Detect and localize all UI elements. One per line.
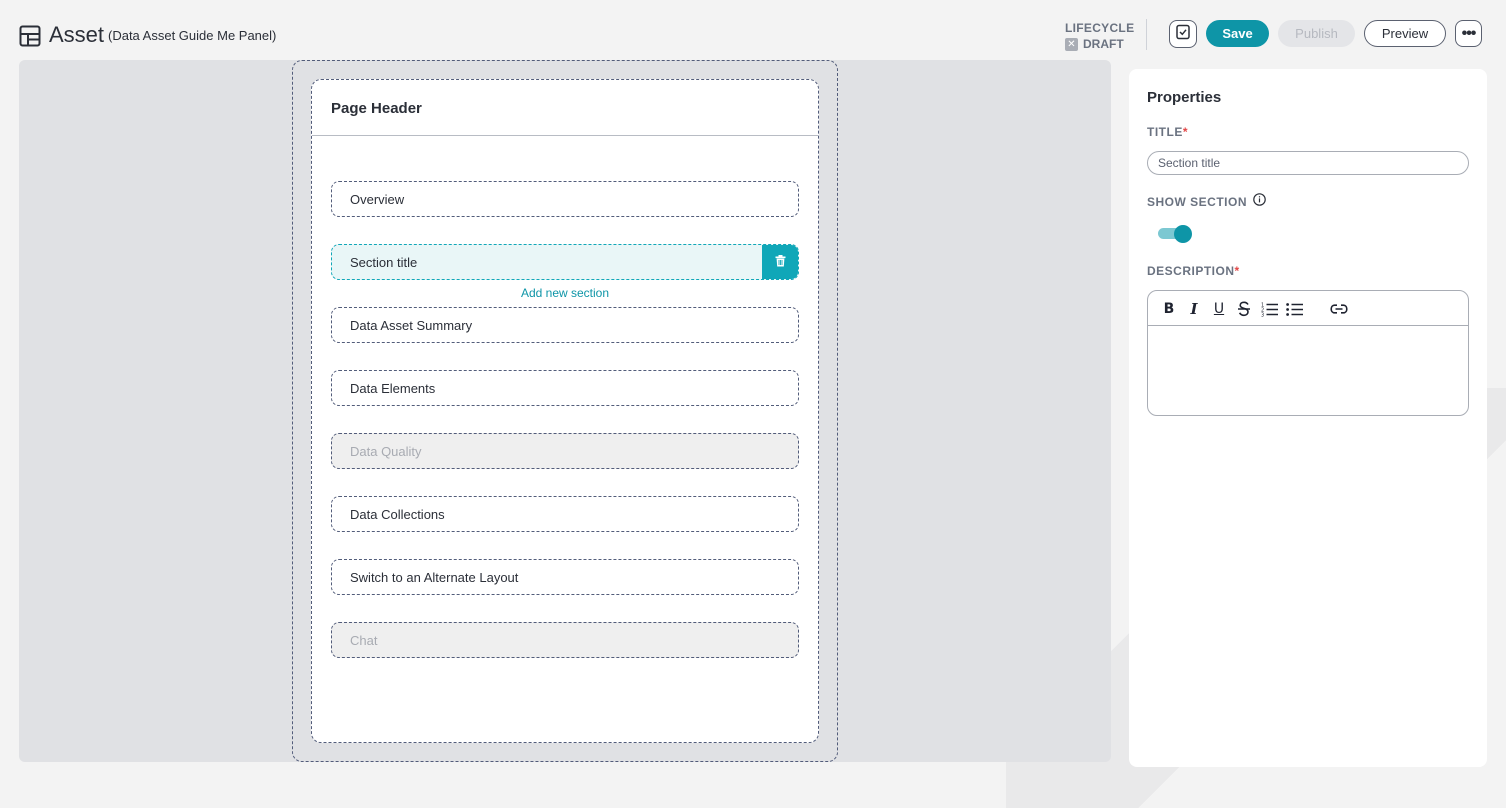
- section-label: Data Collections: [350, 506, 445, 522]
- section-data-quality[interactable]: Data Quality: [331, 433, 799, 469]
- section-data-elements[interactable]: Data Elements: [331, 370, 799, 406]
- section-data-asset-summary[interactable]: Data Asset Summary: [331, 307, 799, 343]
- page-subtitle: (Data Asset Guide Me Panel): [108, 28, 277, 43]
- required-mark: *: [1182, 125, 1188, 139]
- section-label: Section title: [350, 254, 418, 270]
- section-overview[interactable]: Overview: [331, 181, 799, 217]
- more-icon: •••: [1461, 24, 1477, 42]
- section-data-collections[interactable]: Data Collections: [331, 496, 799, 532]
- top-bar: Asset (Data Asset Guide Me Panel) LIFECY…: [0, 0, 1506, 60]
- section-label: Overview: [350, 191, 405, 207]
- link-icon[interactable]: [1329, 300, 1349, 318]
- page-title: Asset: [49, 22, 105, 47]
- layout-icon: [19, 25, 41, 47]
- required-mark: *: [1234, 264, 1240, 278]
- description-label-text: DESCRIPTION: [1147, 264, 1235, 278]
- lifecycle-status: LIFECYCLE ✕ DRAFT: [1065, 21, 1134, 51]
- section-label: Data Asset Summary: [350, 317, 473, 333]
- section-chat[interactable]: Chat: [331, 622, 799, 658]
- section-label: Data Elements: [350, 380, 436, 396]
- bold-icon[interactable]: B: [1160, 300, 1178, 318]
- svg-text:3: 3: [1261, 312, 1264, 317]
- panel-preview: Page Header Overview Section title Add n…: [311, 79, 819, 743]
- strikethrough-icon[interactable]: [1235, 300, 1253, 318]
- close-icon: ✕: [1065, 37, 1078, 51]
- publish-button[interactable]: Publish: [1278, 20, 1355, 47]
- italic-icon[interactable]: I: [1185, 300, 1203, 318]
- lifecycle-label: LIFECYCLE: [1065, 21, 1135, 35]
- info-icon[interactable]: [1253, 193, 1266, 206]
- description-field-label: DESCRIPTION*: [1147, 264, 1240, 278]
- validate-button[interactable]: [1169, 20, 1197, 48]
- ordered-list-icon[interactable]: 123: [1260, 300, 1278, 318]
- section-alternate-layout[interactable]: Switch to an Alternate Layout: [331, 559, 799, 595]
- preview-button[interactable]: Preview: [1364, 20, 1446, 47]
- title-field-label: TITLE*: [1147, 125, 1188, 139]
- editor-toolbar: B I U 123: [1148, 291, 1468, 326]
- show-section-toggle[interactable]: [1158, 225, 1192, 243]
- add-new-section-link[interactable]: Add new section: [312, 286, 818, 300]
- more-options-button[interactable]: •••: [1455, 20, 1482, 47]
- lifecycle-value: ✕ DRAFT: [1065, 37, 1134, 51]
- properties-title: Properties: [1147, 89, 1222, 106]
- section-label: Data Quality: [350, 443, 422, 459]
- section-selected[interactable]: Section title: [331, 244, 799, 280]
- divider: [1146, 19, 1147, 50]
- checklist-icon: [1175, 24, 1191, 45]
- lifecycle-state: DRAFT: [1083, 37, 1124, 51]
- section-label: Switch to an Alternate Layout: [350, 569, 519, 585]
- page-header-label: Page Header: [331, 100, 422, 117]
- properties-panel: Properties TITLE* SHOW SECTION DESCRIPTI…: [1129, 69, 1487, 767]
- description-textarea[interactable]: [1148, 326, 1468, 415]
- bullet-list-icon[interactable]: [1285, 300, 1303, 318]
- section-label: Chat: [350, 632, 378, 648]
- toggle-knob: [1174, 225, 1192, 243]
- title-input[interactable]: [1147, 151, 1469, 175]
- page-header-section[interactable]: Page Header: [312, 80, 818, 136]
- underline-icon[interactable]: U: [1210, 300, 1228, 318]
- delete-section-button[interactable]: [762, 245, 798, 279]
- title-label-text: TITLE: [1147, 125, 1183, 139]
- trash-icon: [775, 254, 786, 270]
- save-button[interactable]: Save: [1206, 20, 1269, 47]
- show-section-label: SHOW SECTION: [1147, 195, 1248, 209]
- description-editor: B I U 123: [1147, 290, 1469, 416]
